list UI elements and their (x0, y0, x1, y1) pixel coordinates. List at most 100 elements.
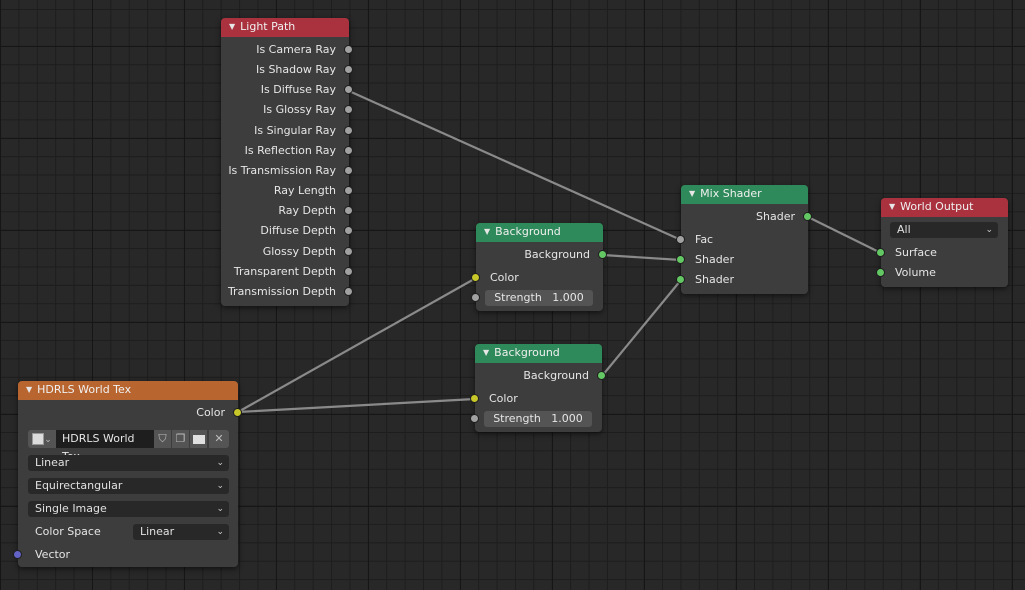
collapse-triangle-icon[interactable]: ▼ (484, 227, 490, 236)
output-row: Is Singular Ray (221, 123, 353, 139)
input-socket[interactable] (471, 273, 480, 282)
duplicate-button[interactable]: ❐ (172, 430, 189, 448)
link-bg2-to-shader2 (600, 278, 683, 378)
output-socket[interactable] (344, 125, 353, 135)
image-browse-button[interactable]: ⌄ (28, 430, 56, 448)
output-row: Transparent Depth (221, 264, 353, 280)
output-row: Ray Length (221, 183, 353, 199)
input-socket[interactable] (470, 394, 479, 403)
output-row: Transmission Depth (221, 284, 353, 300)
color-space-dropdown[interactable]: Linear ⌄ (133, 524, 229, 540)
collapse-triangle-icon[interactable]: ▼ (26, 385, 32, 394)
output-socket[interactable] (344, 165, 353, 175)
output-socket[interactable] (597, 371, 606, 380)
output-socket[interactable] (344, 145, 353, 155)
node-background-2[interactable]: ▼ Background Background Color Strength 1.… (470, 344, 606, 432)
input-fac: Fac (676, 232, 808, 248)
output-socket[interactable] (344, 266, 353, 276)
node-header[interactable]: ▼ Background (475, 344, 602, 363)
strength-field[interactable]: Strength 1.000 (484, 411, 592, 427)
output-socket[interactable] (344, 85, 353, 95)
node-title: World Output (900, 200, 974, 213)
socket-label: Transmission Depth (227, 284, 336, 298)
output-socket[interactable] (344, 246, 353, 256)
input-socket[interactable] (13, 550, 22, 559)
input-socket[interactable] (676, 235, 685, 244)
output-socket[interactable] (598, 250, 607, 259)
chevron-down-icon: ⌄ (216, 458, 224, 468)
strength-field[interactable]: Strength 1.000 (485, 290, 593, 306)
output-socket[interactable] (344, 105, 353, 115)
link-mix-to-surface (806, 215, 883, 255)
collapse-triangle-icon[interactable]: ▼ (483, 348, 489, 357)
output-socket[interactable] (344, 65, 353, 75)
projection-dropdown[interactable]: Equirectangular ⌄ (28, 478, 229, 494)
node-header[interactable]: ▼ World Output (881, 198, 1008, 217)
dropdown-value: Linear (35, 456, 70, 469)
socket-label: Shader (695, 273, 734, 286)
output-socket[interactable] (344, 226, 353, 236)
output-row: Is Diffuse Ray (221, 82, 353, 98)
interpolation-dropdown[interactable]: Linear ⌄ (28, 455, 229, 471)
input-vector: Vector (13, 547, 238, 563)
input-socket[interactable] (471, 293, 480, 302)
socket-label: Transparent Depth (233, 264, 336, 278)
output-socket[interactable] (803, 212, 812, 221)
input-socket[interactable] (470, 414, 479, 423)
node-title: Background (495, 225, 561, 238)
output-socket[interactable] (233, 408, 242, 417)
socket-label: Fac (695, 233, 714, 246)
node-mix-shader[interactable]: ▼ Mix Shader Shader Fac Shader Shader (676, 185, 812, 294)
output-row: Is Reflection Ray (221, 143, 353, 159)
image-name-field[interactable]: HDRLS World Tex (56, 430, 154, 463)
node-light-path[interactable]: ▼ Light Path Is Camera Ray Is Shadow Ray Is… (221, 18, 353, 306)
input-socket[interactable] (876, 268, 885, 277)
image-selector: ⌄ HDRLS World Tex ⛉ ❐ ✕ (28, 430, 229, 463)
target-dropdown[interactable]: All ⌄ (890, 222, 998, 238)
node-header[interactable]: ▼ Background (476, 223, 603, 242)
input-socket[interactable] (876, 248, 885, 257)
collapse-triangle-icon[interactable]: ▼ (229, 22, 235, 31)
socket-label: Diffuse Depth (260, 224, 336, 238)
collapse-triangle-icon[interactable]: ▼ (889, 202, 895, 211)
shield-icon: ⛉ (158, 432, 167, 445)
output-socket[interactable] (344, 286, 353, 296)
collapse-triangle-icon[interactable]: ▼ (689, 189, 695, 198)
open-file-button[interactable] (190, 430, 207, 448)
socket-label: Color (490, 271, 519, 284)
node-header[interactable]: ▼ HDRLS World Tex (18, 381, 238, 400)
node-header[interactable]: ▼ Light Path (221, 18, 349, 37)
duplicate-icon: ❐ (175, 432, 186, 445)
output-socket[interactable] (344, 206, 353, 216)
socket-label: Shader (756, 210, 795, 223)
output-row: Diffuse Depth (221, 223, 353, 239)
node-environment-texture[interactable]: ▼ HDRLS World Tex Color ⌄ HDRLS World Tex… (13, 381, 242, 567)
chevron-down-icon: ⌄ (44, 435, 52, 445)
node-world-output[interactable]: ▼ World Output All ⌄ Surface Volume (876, 198, 1008, 287)
node-background-1[interactable]: ▼ Background Background Color Strength 1.… (471, 223, 607, 311)
input-surface: Surface (876, 245, 1008, 261)
output-row: Is Shadow Ray (221, 62, 353, 78)
socket-label: Color (489, 392, 518, 405)
dropdown-value: Linear (140, 525, 175, 538)
input-socket[interactable] (676, 255, 685, 264)
link-bg1-to-shader1 (601, 253, 683, 262)
node-title: Light Path (240, 20, 296, 33)
close-icon: ✕ (214, 432, 224, 445)
chevron-down-icon: ⌄ (985, 225, 993, 235)
fake-user-button[interactable]: ⛉ (154, 430, 171, 448)
field-label: Strength (494, 291, 542, 304)
output-socket[interactable] (344, 45, 353, 54)
node-header[interactable]: ▼ Mix Shader (681, 185, 808, 204)
socket-label: Ray Length (273, 184, 336, 198)
socket-label: Is Glossy Ray (263, 103, 336, 117)
input-socket[interactable] (676, 275, 685, 284)
socket-label: Is Transmission Ray (228, 163, 336, 177)
color-space-label: Color Space (35, 525, 101, 538)
unlink-button[interactable]: ✕ (209, 430, 229, 448)
source-dropdown[interactable]: Single Image ⌄ (28, 501, 229, 517)
input-volume: Volume (876, 265, 1008, 281)
output-socket[interactable] (344, 186, 353, 196)
socket-label: Color (196, 406, 225, 419)
node-title: Mix Shader (700, 187, 762, 200)
